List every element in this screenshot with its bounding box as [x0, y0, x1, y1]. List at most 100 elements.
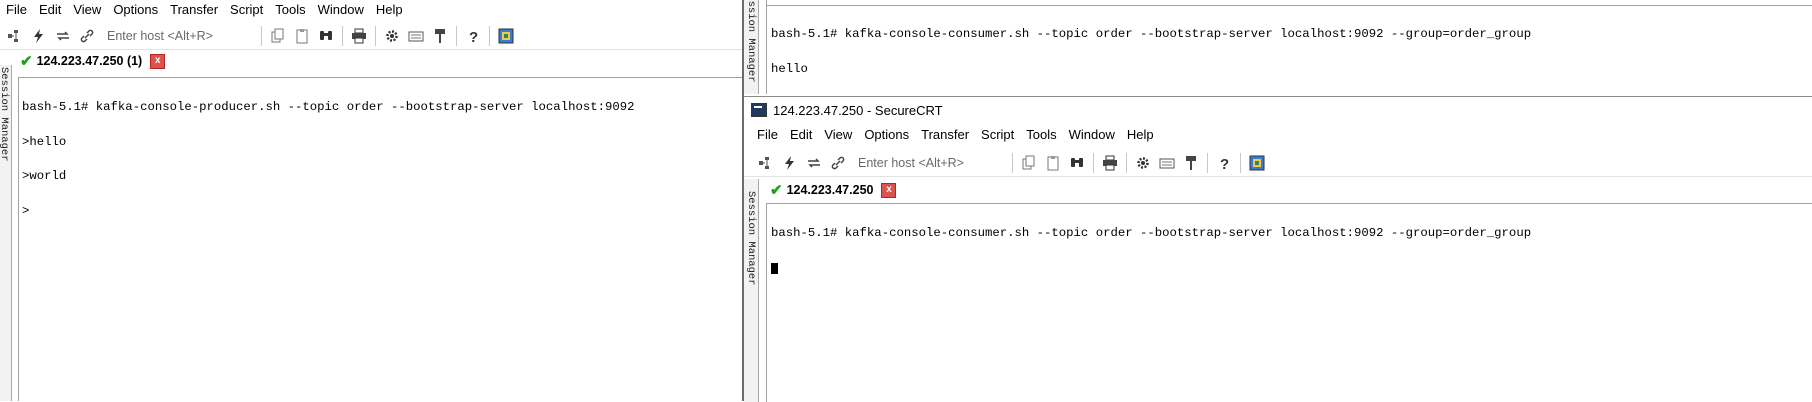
toolbar-separator [1093, 153, 1094, 173]
toolbar-separator [1207, 153, 1208, 173]
terminal-cursor [771, 262, 778, 274]
menu-help[interactable]: Help [370, 0, 409, 20]
left-securecrt-window: File Edit View Options Transfer Script T… [0, 0, 742, 401]
terminal-top-border [766, 203, 1812, 204]
svg-text:?: ? [1220, 156, 1229, 171]
menu-help[interactable]: Help [1121, 125, 1160, 145]
host-input[interactable]: Enter host <Alt+R> [850, 153, 1008, 173]
print-icon[interactable] [348, 25, 370, 47]
right-toolbar: Enter host <Alt+R> ? [744, 150, 1812, 177]
copy-icon[interactable] [267, 25, 289, 47]
host-input[interactable]: Enter host <Alt+R> [99, 26, 257, 46]
terminal-line: >hello [22, 134, 67, 149]
menu-tools[interactable]: Tools [269, 0, 311, 20]
securecrt-app-icon [751, 103, 767, 117]
toolbar-separator [456, 26, 457, 46]
terminal-top-border [18, 77, 742, 78]
right-bottom-terminal[interactable]: bash-5.1# kafka-console-consumer.sh --to… [771, 205, 1809, 400]
find-icon[interactable] [315, 25, 337, 47]
key-icon[interactable] [1180, 152, 1202, 174]
lightning-icon[interactable] [779, 152, 801, 174]
settings-icon[interactable] [1132, 152, 1154, 174]
connected-check-icon: ✔ [770, 182, 783, 199]
terminal-line: bash-5.1# kafka-console-consumer.sh --to… [771, 226, 1532, 240]
sftp-icon[interactable] [495, 25, 517, 47]
help-icon[interactable]: ? [462, 25, 484, 47]
key-icon[interactable] [429, 25, 451, 47]
left-toolbar: Enter host <Alt+R> ? [0, 23, 742, 50]
menu-tools[interactable]: Tools [1020, 125, 1062, 145]
settings-icon[interactable] [381, 25, 403, 47]
menu-file[interactable]: File [0, 0, 33, 20]
menu-options[interactable]: Options [858, 125, 915, 145]
paste-icon[interactable] [1042, 152, 1064, 174]
paste-icon[interactable] [291, 25, 313, 47]
menu-edit[interactable]: Edit [33, 0, 67, 20]
terminal-cursor-line [771, 262, 1809, 275]
session-tab[interactable]: ✔ 124.223.47.250 x [766, 180, 902, 200]
menu-script[interactable]: Script [975, 125, 1020, 145]
reconnect-icon[interactable] [52, 25, 74, 47]
window-titlebar[interactable]: 124.223.47.250 - SecureCRT [744, 97, 1812, 123]
toolbar-separator [1126, 153, 1127, 173]
toolbar-separator [342, 26, 343, 46]
session-tab[interactable]: ✔ 124.223.47.250 (1) x [16, 51, 171, 71]
menu-transfer[interactable]: Transfer [164, 0, 224, 20]
toolbar-separator [1012, 153, 1013, 173]
session-tab-label: 124.223.47.250 (1) [36, 54, 143, 68]
svg-text:?: ? [469, 29, 478, 44]
terminal-border [766, 0, 767, 94]
keymap-icon[interactable] [1156, 152, 1178, 174]
tab-close-icon[interactable]: x [881, 182, 897, 198]
help-icon[interactable]: ? [1213, 152, 1235, 174]
menu-transfer[interactable]: Transfer [915, 125, 975, 145]
terminal-line: >world [22, 169, 67, 183]
terminal-line: bash-5.1# kafka-console-producer.sh --to… [22, 100, 635, 114]
link-icon[interactable] [76, 25, 98, 47]
toolbar-separator [489, 26, 490, 46]
menu-script[interactable]: Script [224, 0, 269, 20]
menu-window[interactable]: Window [312, 0, 370, 20]
left-terminal[interactable]: bash-5.1# kafka-console-producer.sh --to… [22, 79, 738, 399]
connect-icon[interactable] [755, 152, 777, 174]
reconnect-icon[interactable] [803, 152, 825, 174]
session-manager-label: Session Manager [745, 0, 757, 83]
terminal-border [18, 77, 19, 401]
session-manager-label: Session Manager [0, 67, 10, 162]
right-menubar: File Edit View Options Transfer Script T… [744, 125, 1812, 145]
session-manager-strip[interactable]: Session Manager [0, 65, 12, 401]
right-top-window: Session Manager bash-5.1# kafka-console-… [744, 0, 1812, 94]
toolbar-separator [261, 26, 262, 46]
menu-view[interactable]: View [818, 125, 858, 145]
right-tabbar: ✔ 124.223.47.250 x [744, 179, 1812, 201]
terminal-border [766, 203, 767, 402]
window-title: 124.223.47.250 - SecureCRT [773, 102, 943, 118]
copy-icon[interactable] [1018, 152, 1040, 174]
lightning-icon[interactable] [28, 25, 50, 47]
toolbar-separator [1240, 153, 1241, 173]
sftp-icon[interactable] [1246, 152, 1268, 174]
menu-file[interactable]: File [751, 125, 784, 145]
session-manager-strip[interactable]: Session Manager [744, 179, 759, 402]
terminal-line: hello [771, 61, 808, 76]
terminal-line: > [22, 203, 30, 218]
tab-close-icon[interactable]: x [150, 53, 166, 69]
session-tab-label: 124.223.47.250 [786, 183, 874, 197]
menu-view[interactable]: View [67, 0, 107, 20]
right-top-terminal[interactable]: bash-5.1# kafka-console-consumer.sh --to… [771, 6, 1809, 92]
menu-options[interactable]: Options [107, 0, 164, 20]
keymap-icon[interactable] [405, 25, 427, 47]
terminal-line: bash-5.1# kafka-console-consumer.sh --to… [771, 27, 1532, 41]
print-icon[interactable] [1099, 152, 1121, 174]
menu-window[interactable]: Window [1063, 125, 1121, 145]
connect-icon[interactable] [4, 25, 26, 47]
session-manager-strip[interactable]: Session Manager [744, 0, 759, 94]
menu-edit[interactable]: Edit [784, 125, 818, 145]
toolbar-separator [375, 26, 376, 46]
find-icon[interactable] [1066, 152, 1088, 174]
connected-check-icon: ✔ [20, 53, 33, 70]
right-bottom-window: 124.223.47.250 - SecureCRT File Edit Vie… [744, 96, 1812, 402]
session-manager-label: Session Manager [745, 191, 757, 286]
left-menubar: File Edit View Options Transfer Script T… [0, 0, 742, 20]
link-icon[interactable] [827, 152, 849, 174]
